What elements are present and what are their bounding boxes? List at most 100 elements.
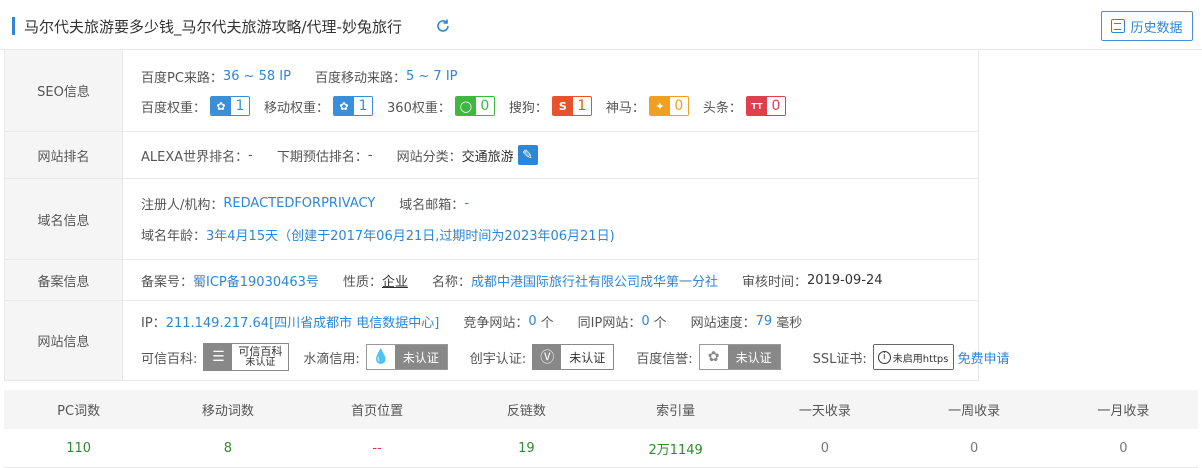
stats-header-month-index: 一月收录 bbox=[1097, 404, 1150, 419]
company-name-label: 名称： bbox=[431, 275, 471, 290]
ssl-label: SSL证书: bbox=[812, 351, 867, 367]
stats-value-day-index: 0 bbox=[820, 440, 830, 456]
360-weight-label: 360权重： bbox=[387, 100, 451, 116]
stats-value-month-index: 0 bbox=[1119, 440, 1128, 456]
ip-value[interactable]: 211.149.217.64[四川省成都市 电信数据中心] bbox=[166, 312, 440, 331]
ip-label: IP： bbox=[141, 316, 166, 331]
email-label: 域名邮箱： bbox=[399, 198, 465, 213]
speed-label: 网站速度： bbox=[690, 316, 756, 331]
site-label: 网站信息 bbox=[5, 301, 123, 380]
speed-unit: 毫秒 bbox=[776, 316, 803, 331]
stats-value-row: 110 8 -- 19 2万1149 0 0 0 bbox=[4, 429, 1198, 468]
company-name-value[interactable]: 成都中港国际旅行社有限公司成华第一分社 bbox=[471, 271, 718, 290]
mobile-source-label: 百度移动来路： bbox=[314, 71, 406, 86]
site-row: 网站信息 IP： 211.149.217.64[四川省成都市 电信数据中心] 竞… bbox=[5, 301, 1010, 381]
chuangyu-label: 创宇认证: bbox=[469, 351, 527, 367]
water-drop-icon: 💧 bbox=[366, 345, 395, 369]
registrant-label: 注册人/机构： bbox=[141, 198, 224, 213]
stats-value-home-position: -- bbox=[372, 440, 382, 456]
nature-label: 性质： bbox=[342, 275, 382, 290]
icp-label: 备案信息 bbox=[5, 260, 123, 300]
domain-row: 域名信息 注册人/机构： REDACTEDFORPRIVACY 域名邮箱： - … bbox=[5, 179, 978, 260]
rank-label: 网站排名 bbox=[5, 132, 123, 178]
baidu-credit-badge[interactable]: ✿ 未认证 bbox=[698, 344, 781, 370]
icp-number-label: 备案号： bbox=[141, 275, 194, 290]
site-info-table: SEO信息 百度PC来路： 36 ~ 58 IP 百度移动来路： 5 ~ 7 I… bbox=[4, 50, 1010, 381]
shuidi-cert-text: 未认证 bbox=[394, 345, 447, 369]
compete-value[interactable]: 0 bbox=[528, 314, 536, 329]
registrant-value[interactable]: REDACTEDFORPRIVACY bbox=[223, 196, 375, 211]
history-icon bbox=[1111, 19, 1126, 33]
baike-label: 可信百科: bbox=[141, 351, 198, 367]
shenma-icon: ✦ bbox=[649, 97, 670, 115]
mobile-weight-value: 1 bbox=[354, 97, 373, 115]
stats-value-week-index: 0 bbox=[969, 440, 979, 456]
pc-source-value[interactable]: 36 ~ 58 IP bbox=[223, 69, 291, 84]
history-data-button[interactable]: 历史数据 bbox=[1101, 11, 1193, 41]
stats-value-pc-words[interactable]: 110 bbox=[4, 429, 153, 467]
shenma-weight-label: 神马： bbox=[605, 100, 645, 116]
toutiao-weight-badge[interactable]: TT 0 bbox=[745, 96, 786, 116]
pc-source-label: 百度PC来路： bbox=[141, 71, 223, 86]
ip-line: IP： 211.149.217.64[四川省成都市 电信数据中心] 竞争网站： … bbox=[141, 312, 802, 331]
ring-icon: ◯ bbox=[455, 97, 476, 115]
review-time-value: 2019-09-24 bbox=[807, 273, 883, 288]
stats-header-backlinks: 反链数 bbox=[506, 404, 546, 419]
chuangyu-cert-badge[interactable]: Ⓥ 未认证 bbox=[532, 344, 615, 370]
ssl-apply-link[interactable]: 免费申请 bbox=[958, 348, 1010, 367]
sogou-weight-label: 搜狗： bbox=[508, 100, 548, 116]
icp-line: 备案号： 蜀ICP备19030463号 性质： 企业 名称： 成都中港国际旅行社… bbox=[141, 271, 883, 290]
360-weight-badge[interactable]: ◯ 0 bbox=[454, 96, 495, 116]
chuangyu-cert-text: 未认证 bbox=[561, 345, 614, 369]
domain-label: 域名信息 bbox=[5, 179, 123, 259]
compete-label: 竞争网站： bbox=[463, 316, 529, 331]
seo-source-line: 百度PC来路： 36 ~ 58 IP 百度移动来路： 5 ~ 7 IP bbox=[141, 67, 458, 86]
compete-unit: 个 bbox=[540, 316, 554, 331]
weight-line: 百度权重： ✿ 1 移动权重： ✿ 1 360权重： ◯ 0 搜狗： S 1 神… bbox=[141, 96, 786, 116]
toutiao-weight-label: 头条： bbox=[702, 100, 742, 116]
age-value: 3年4月15天（创建于2017年06月21日,过期时间为2023年06月21日) bbox=[206, 229, 615, 244]
seo-row: SEO信息 百度PC来路： 36 ~ 58 IP 百度移动来路： 5 ~ 7 I… bbox=[5, 50, 978, 132]
page-title: 马尔代夫旅游要多少钱_马尔代夫旅游攻略/代理-妙兔旅行 bbox=[24, 18, 402, 36]
shuidi-label: 水滴信用: bbox=[303, 351, 360, 367]
icp-number-value[interactable]: 蜀ICP备19030463号 bbox=[193, 271, 319, 290]
same-ip-unit: 个 bbox=[653, 316, 667, 331]
speed-value: 79 bbox=[755, 314, 773, 329]
same-ip-label: 同IP网站： bbox=[577, 316, 642, 331]
refresh-icon[interactable] bbox=[435, 18, 451, 34]
ssl-cert-badge[interactable]: i 未启用https bbox=[872, 344, 954, 370]
shenma-weight-badge[interactable]: ✦ 0 bbox=[648, 96, 689, 116]
stats-value-backlinks[interactable]: 19 bbox=[452, 429, 601, 467]
stats-value-index[interactable]: 2万1149 bbox=[601, 429, 750, 467]
shenma-weight-value: 0 bbox=[669, 97, 688, 115]
sogou-icon: S bbox=[552, 97, 573, 115]
edit-icon[interactable]: ✎ bbox=[517, 145, 538, 165]
age-line: 域名年龄： 3年4月15天（创建于2017年06月21日,过期时间为2023年0… bbox=[141, 225, 615, 244]
baidu-weight-badge[interactable]: ✿ 1 bbox=[210, 96, 251, 116]
category-label: 网站分类： bbox=[396, 149, 462, 165]
stats-header-mobile-words: 移动词数 bbox=[201, 404, 254, 419]
page-header: 马尔代夫旅游要多少钱_马尔代夫旅游攻略/代理-妙兔旅行 历史数据 bbox=[0, 0, 1202, 50]
paw-icon: ✿ bbox=[334, 97, 355, 115]
info-icon: i bbox=[877, 350, 891, 364]
stats-value-mobile-words[interactable]: 8 bbox=[153, 429, 302, 467]
baidu-credit-label: 百度信誉: bbox=[636, 351, 693, 367]
stats-header-home-position: 首页位置 bbox=[351, 404, 404, 419]
stats-header-index: 索引量 bbox=[656, 404, 696, 419]
baike-cert-badge[interactable]: ☰ 可信百科 未认证 bbox=[203, 343, 290, 371]
mobile-source-value[interactable]: 5 ~ 7 IP bbox=[406, 69, 458, 84]
mobile-weight-badge[interactable]: ✿ 1 bbox=[333, 96, 374, 116]
rank-row: 网站排名 ALEXA世界排名： - 下期预估排名： - 网站分类： 交通旅游 ✎ bbox=[5, 132, 978, 179]
baidu-weight-label: 百度权重： bbox=[141, 100, 207, 116]
stats-header-row: PC词数 移动词数 首页位置 反链数 索引量 一天收录 一周收录 一月收录 bbox=[4, 390, 1198, 429]
baidu-weight-value: 1 bbox=[231, 97, 250, 115]
sogou-weight-badge[interactable]: S 1 bbox=[551, 96, 592, 116]
stats-header-week-index: 一周收录 bbox=[948, 404, 1001, 419]
shuidi-cert-badge[interactable]: 💧 未认证 bbox=[365, 344, 448, 370]
nature-value[interactable]: 企业 bbox=[382, 271, 408, 290]
email-value: - bbox=[464, 196, 470, 211]
stats-header-pc-words: PC词数 bbox=[57, 404, 101, 419]
seo-label: SEO信息 bbox=[5, 50, 123, 131]
same-ip-value[interactable]: 0 bbox=[641, 314, 649, 329]
review-time-label: 审核时间： bbox=[742, 275, 808, 290]
